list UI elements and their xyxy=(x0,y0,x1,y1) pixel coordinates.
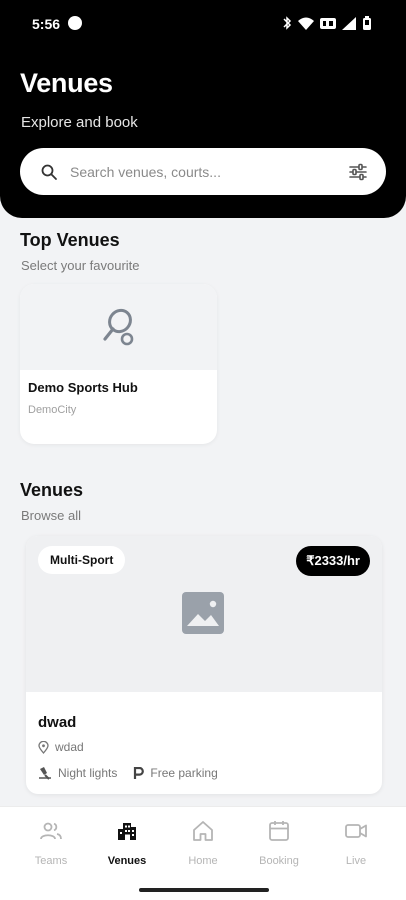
top-venue-image xyxy=(20,284,217,370)
amenity-free-parking: Free parking xyxy=(133,766,218,780)
top-venue-city: DemoCity xyxy=(28,404,77,416)
amenity-label: Night lights xyxy=(58,766,118,780)
venues-title: Venues xyxy=(20,480,84,500)
nav-label: Venues xyxy=(107,855,147,867)
price-badge: ₹2333/hr xyxy=(296,546,370,576)
page-subtitle: Explore and book xyxy=(21,114,138,131)
nav-item-home[interactable]: Home xyxy=(163,819,243,875)
home-icon xyxy=(193,821,213,841)
parking-icon xyxy=(134,766,145,779)
venues-subtitle: Browse all xyxy=(21,508,81,523)
bluetooth-icon xyxy=(283,16,292,30)
top-venue-card[interactable] xyxy=(20,284,217,444)
location-pin-icon xyxy=(38,740,49,754)
sport-badge: Multi-Sport xyxy=(38,546,126,574)
home-indicator[interactable] xyxy=(139,888,269,892)
notification-app-icon xyxy=(68,16,82,30)
calendar-icon xyxy=(269,821,289,841)
top-venues-subtitle: Select your favourite xyxy=(21,258,140,273)
venue-amenities: Night lights Free parking xyxy=(38,766,218,780)
search-input[interactable] xyxy=(70,148,340,195)
status-bar: 5:56 xyxy=(0,0,406,44)
nav-label: Live xyxy=(345,855,367,867)
filter-icon[interactable] xyxy=(348,162,368,182)
amenity-night-lights: Night lights xyxy=(38,766,117,780)
venue-location-text: wdad xyxy=(55,740,84,754)
nav-label: Booking xyxy=(259,855,299,867)
venue-name: dwad xyxy=(38,714,77,731)
venue-location: wdad xyxy=(38,740,84,754)
image-placeholder-icon xyxy=(182,592,224,634)
search-bar[interactable] xyxy=(20,148,386,195)
nav-label: Teams xyxy=(34,855,68,867)
page-title: Venues xyxy=(20,68,113,98)
nav-item-booking[interactable]: Booking xyxy=(239,819,319,875)
header: 5:56 Venues Explore and book xyxy=(0,0,406,218)
status-time: 5:56 xyxy=(32,16,61,32)
signal-icon xyxy=(342,16,356,30)
venues-icon xyxy=(118,823,136,840)
flashlight-icon xyxy=(39,767,51,780)
lte-icon xyxy=(320,17,336,29)
amenity-label: Free parking xyxy=(150,766,218,780)
nav-item-live[interactable]: Live xyxy=(316,819,396,875)
battery-icon xyxy=(363,16,371,30)
venue-card[interactable]: Multi-Sport ₹2333/hr dwad wdad Night lig… xyxy=(26,536,382,794)
racket-icon xyxy=(103,308,134,346)
bottom-nav: Teams Venues Home Booking Live xyxy=(0,806,406,900)
top-venue-name: Demo Sports Hub xyxy=(28,380,138,395)
nav-item-teams[interactable]: Teams xyxy=(11,819,91,875)
teams-icon xyxy=(40,822,62,840)
wifi-icon xyxy=(298,17,314,30)
status-icons xyxy=(282,16,372,30)
video-icon xyxy=(345,824,367,838)
top-venues-title: Top Venues xyxy=(20,230,120,250)
nav-label: Home xyxy=(188,855,218,867)
search-icon xyxy=(41,164,57,180)
venue-image: Multi-Sport ₹2333/hr xyxy=(26,536,382,692)
nav-item-venues[interactable]: Venues xyxy=(87,819,167,875)
